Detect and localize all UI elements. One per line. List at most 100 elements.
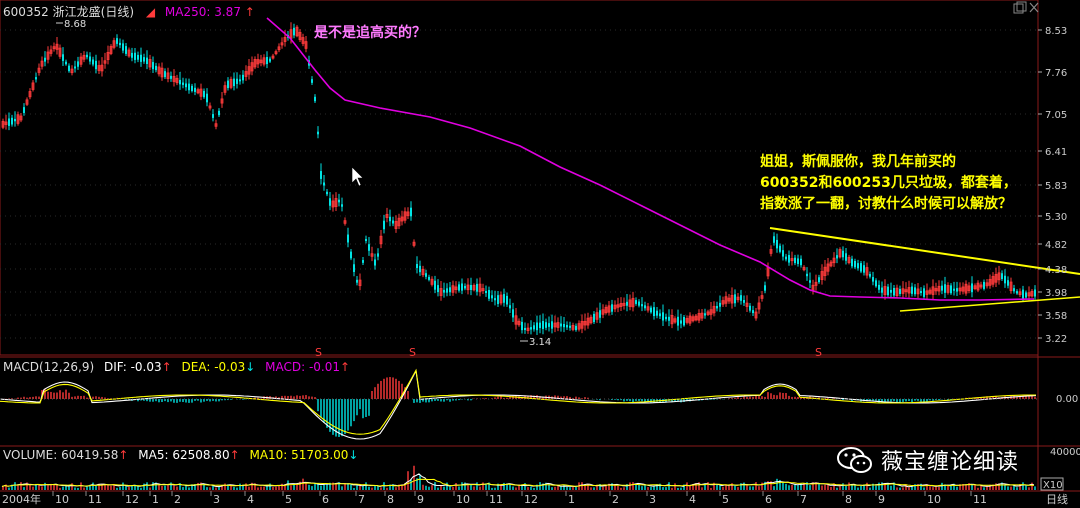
restore-icon[interactable] bbox=[1013, 3, 1024, 14]
close-icon[interactable] bbox=[1029, 2, 1039, 13]
month-label: 4 bbox=[247, 493, 254, 506]
candle-body bbox=[206, 93, 208, 103]
candle-body bbox=[869, 274, 871, 277]
time-axis: 10 11 12 1 2 3 4 5 6 7 8 9 10 11 12 1 2 3 4 5 6 7 8 9 10 11 bbox=[52, 491, 987, 506]
candle-body bbox=[662, 312, 664, 321]
price-axis-label: 7.76 bbox=[1045, 68, 1067, 79]
candle-body bbox=[542, 321, 544, 329]
candle-body bbox=[635, 300, 637, 304]
period-tab[interactable]: 日线 bbox=[1046, 492, 1068, 506]
candle-body bbox=[365, 238, 367, 242]
comment-line: 姐姐，斯佩服你，我几年前买的 bbox=[760, 154, 956, 170]
candle-body bbox=[434, 280, 436, 290]
candle-body bbox=[845, 253, 847, 261]
month-label: 9 bbox=[878, 493, 885, 506]
candle-body bbox=[35, 77, 37, 80]
candle-body bbox=[806, 273, 808, 277]
month-label: 7 bbox=[358, 493, 365, 506]
candle-body bbox=[74, 66, 76, 69]
candle-body bbox=[716, 305, 718, 309]
candle-body bbox=[68, 65, 70, 72]
month-label: 2 bbox=[174, 493, 181, 506]
candle-body bbox=[353, 264, 355, 272]
candle-body bbox=[356, 279, 358, 283]
candle-body bbox=[131, 52, 133, 58]
candle-body bbox=[239, 79, 241, 82]
month-label: 6 bbox=[322, 493, 329, 506]
volume-label: VOLUME: 60419.58 bbox=[3, 448, 119, 462]
candle-body bbox=[611, 304, 613, 312]
candle-body bbox=[329, 198, 331, 206]
candle-body bbox=[776, 239, 778, 249]
macd-axis-value: 0.00 bbox=[1056, 394, 1078, 405]
candle-body bbox=[1025, 292, 1027, 298]
month-label: 5 bbox=[285, 493, 292, 506]
candle-body bbox=[569, 325, 571, 328]
candle-body bbox=[377, 253, 379, 257]
month-label: 8 bbox=[845, 493, 852, 506]
candle-body bbox=[416, 263, 418, 269]
macd-label: MACD(12,26,9) bbox=[3, 360, 95, 374]
candle-body bbox=[920, 290, 922, 294]
price-axis-label: 3.22 bbox=[1045, 334, 1067, 345]
candle-body bbox=[152, 62, 154, 70]
year-label: 2004年 bbox=[2, 492, 41, 506]
mouse-cursor-icon bbox=[351, 166, 364, 187]
candle-body bbox=[14, 118, 16, 122]
candle-body bbox=[461, 283, 463, 291]
comment-line: 指数涨了一翻，讨教什么时候可以解放？ bbox=[760, 196, 1012, 212]
candle-body bbox=[269, 58, 271, 62]
month-label: 10 bbox=[456, 493, 470, 506]
candle-body bbox=[863, 265, 865, 273]
candle-body bbox=[779, 245, 781, 252]
candle-body bbox=[182, 82, 184, 85]
month-label: 3 bbox=[213, 493, 220, 506]
candle-body bbox=[749, 305, 751, 311]
candle-body bbox=[347, 234, 349, 243]
candle-body bbox=[764, 285, 766, 291]
candle-body bbox=[1001, 273, 1003, 280]
candle-body bbox=[944, 284, 946, 293]
candle-body bbox=[809, 280, 811, 283]
volume-ma10: MA10: 51703.00 bbox=[249, 448, 349, 462]
candle-body bbox=[191, 85, 193, 92]
volume-ma5: MA5: 62508.80 bbox=[138, 448, 230, 462]
stock-chart[interactable]: S S S 8.53 7.76 7.05 6.41 5.83 5.30 4.82 4.38 3.… bbox=[0, 0, 1080, 508]
chart-header: 600352 浙江龙盛(日线) ◢ MA250: 3.87 ↑ bbox=[3, 3, 255, 20]
candle-body bbox=[389, 216, 391, 222]
low-price-marker: 3.14 bbox=[529, 337, 551, 348]
candle-body bbox=[368, 244, 370, 251]
candle-body bbox=[446, 288, 448, 293]
candle-body bbox=[179, 79, 181, 85]
month-label: 1 bbox=[152, 493, 159, 506]
stock-code: 600352 bbox=[3, 5, 49, 19]
candle-body bbox=[326, 191, 328, 195]
candle-body bbox=[122, 43, 124, 51]
candle-body bbox=[719, 302, 721, 307]
candle-body bbox=[212, 114, 214, 118]
candle-body bbox=[488, 290, 490, 299]
annotation-comment: 姐姐，斯佩服你，我几年前买的 600352和600253几只垃圾，都套着， 指数… bbox=[760, 152, 1017, 215]
candle-body bbox=[170, 75, 172, 79]
candle-body bbox=[1007, 280, 1009, 286]
price-axis-label: 5.83 bbox=[1045, 181, 1067, 192]
candle-body bbox=[512, 309, 514, 318]
candle-body bbox=[509, 305, 511, 309]
month-label: 11 bbox=[489, 493, 503, 506]
candle-body bbox=[566, 324, 568, 328]
candle-body bbox=[425, 273, 427, 277]
candle-body bbox=[44, 57, 46, 62]
candle-body bbox=[953, 288, 955, 291]
month-label: 3 bbox=[649, 493, 656, 506]
candle-body bbox=[119, 42, 121, 46]
month-label: 4 bbox=[689, 493, 696, 506]
volume-multiplier: X10 bbox=[1043, 480, 1063, 491]
dif-value: DIF: -0.03 bbox=[103, 360, 162, 374]
candle-body bbox=[638, 301, 640, 306]
candle-body bbox=[743, 299, 745, 303]
window-controls[interactable] bbox=[1013, 1, 1039, 14]
volume-ma5-arrow: ↑ bbox=[229, 448, 240, 462]
candle-body bbox=[383, 220, 385, 230]
candle-body bbox=[575, 325, 577, 331]
candle-body bbox=[323, 182, 325, 186]
